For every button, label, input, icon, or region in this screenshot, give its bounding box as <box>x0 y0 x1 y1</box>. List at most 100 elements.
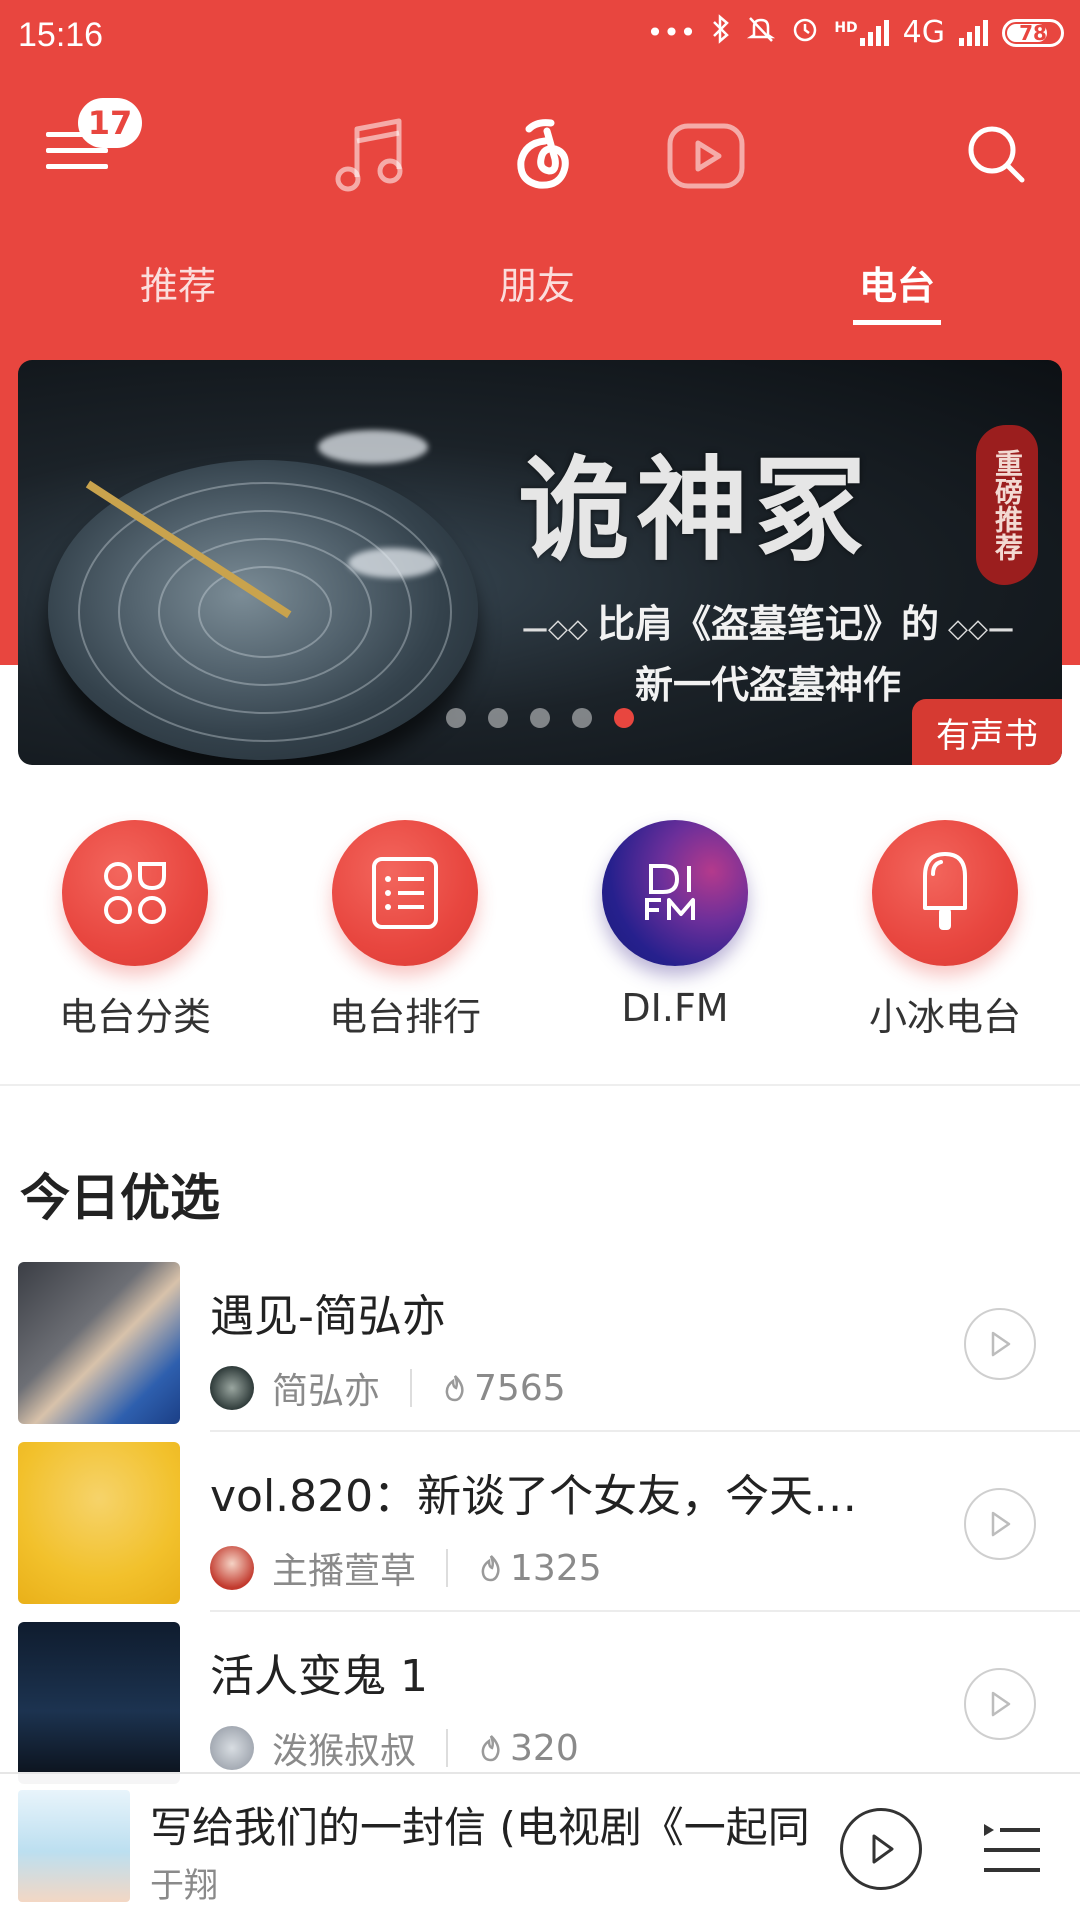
banner-tag: 有声书 <box>912 699 1062 765</box>
shortcut-circle <box>872 820 1018 966</box>
more-dots-icon: ••• <box>646 16 697 49</box>
row-divider <box>210 1610 1080 1612</box>
alarm-icon <box>790 14 820 51</box>
video-button[interactable] <box>666 116 746 196</box>
program-cover <box>18 1442 180 1604</box>
music-note-icon <box>335 118 403 192</box>
flame-icon <box>481 1555 500 1582</box>
shortcut-circle <box>332 820 478 966</box>
shortcut-circle <box>602 820 748 966</box>
row-divider <box>210 1430 1080 1432</box>
promo-banner[interactable]: 诡神冢 重磅推荐 —◇◇ 比肩《盗墓笔记》的 ◇◇— 新一代盗墓神作 有声书 <box>18 360 1062 765</box>
sub-tabs: 推荐 朋友 电台 <box>0 255 1080 335</box>
difm-logo-icon <box>645 864 695 920</box>
pagination-dot-active[interactable] <box>614 708 634 728</box>
section-title-today: 今日优选 <box>20 1169 220 1227</box>
pagination-dot[interactable] <box>572 708 592 728</box>
list-item[interactable]: 活人变鬼 1 泼猴叔叔 320 <box>0 1622 1080 1784</box>
cloud-decor <box>348 548 438 578</box>
search-button[interactable] <box>960 118 1032 190</box>
play-count: 7565 <box>474 1367 566 1409</box>
meta-separator <box>446 1729 449 1767</box>
category-grid-icon <box>104 862 166 924</box>
pagination-dot[interactable] <box>530 708 550 728</box>
play-button[interactable] <box>964 1308 1036 1380</box>
banner-seal: 重磅推荐 <box>976 425 1038 585</box>
program-meta: 简弘亦 7565 <box>210 1362 566 1414</box>
play-button[interactable] <box>964 1668 1036 1740</box>
active-tab-indicator <box>853 320 941 325</box>
play-icon <box>991 1511 1011 1537</box>
mute-bell-icon <box>746 14 776 51</box>
hd-label: HD <box>834 19 858 36</box>
program-title: 遇见-简弘亦 <box>210 1291 446 1342</box>
host-avatar <box>210 1546 254 1590</box>
banner-title: 诡神冢 <box>518 445 872 576</box>
battery-icon: 78 <box>1002 18 1064 47</box>
play-icon <box>991 1691 1011 1717</box>
diamond-decor-icon: ◇◇— <box>939 614 1015 644</box>
search-icon <box>968 126 1025 183</box>
tab-recommend[interactable]: 推荐 <box>140 255 216 310</box>
now-playing-cover <box>18 1790 130 1902</box>
program-title: 活人变鬼 1 <box>210 1651 428 1702</box>
status-time: 15:16 <box>18 16 104 54</box>
playlist-icon <box>984 1824 1040 1872</box>
shortcut-xiaobing-radio[interactable]: 小冰电台 <box>825 820 1065 1041</box>
flame-icon <box>481 1735 500 1762</box>
my-music-button[interactable] <box>330 110 410 200</box>
shortcut-radio-ranking[interactable]: 电台排行 <box>285 820 525 1041</box>
status-bar: 15:16 ••• HD 4G 78 <box>0 0 1080 72</box>
discover-button[interactable] <box>498 110 588 200</box>
netease-cloud-icon <box>517 119 569 189</box>
shortcut-label: 电台排行 <box>328 995 481 1039</box>
now-playing-artist: 于翔 <box>150 1866 218 1906</box>
section-divider <box>0 1084 1080 1086</box>
program-cover <box>18 1262 180 1424</box>
banner-subtitle: —◇◇ 比肩《盗墓笔记》的 ◇◇— 新一代盗墓神作 <box>498 596 1038 713</box>
tab-radio[interactable]: 电台 <box>859 255 935 310</box>
program-meta: 泼猴叔叔 320 <box>210 1722 579 1774</box>
popsicle-icon <box>923 852 967 930</box>
mini-play-button[interactable] <box>840 1808 922 1890</box>
cloud-decor <box>318 430 428 464</box>
ranking-list-icon <box>372 857 438 929</box>
shortcut-circle <box>62 820 208 966</box>
program-cover <box>18 1622 180 1784</box>
pagination-dot[interactable] <box>446 708 466 728</box>
play-icon <box>872 1834 894 1864</box>
now-playing-title: 写给我们的一封信 (电视剧《一起同 <box>150 1803 810 1852</box>
cell-signal-icon <box>959 19 988 46</box>
host-avatar <box>210 1366 254 1410</box>
shortcut-label: 小冰电台 <box>868 995 1021 1039</box>
host-name: 简弘亦 <box>272 1371 381 1412</box>
host-avatar <box>210 1726 254 1770</box>
shortcut-label: 电台分类 <box>58 995 211 1039</box>
banner-pagination <box>18 708 1062 728</box>
notification-badge: 17 <box>78 98 142 148</box>
playlist-button[interactable] <box>980 1818 1044 1878</box>
banner-subtitle-line1: 比肩《盗墓笔记》的 <box>596 601 939 646</box>
mini-player[interactable]: 写给我们的一封信 (电视剧《一起同 于翔 <box>0 1772 1080 1922</box>
hd-signal-icon: HD <box>834 19 889 46</box>
shortcut-radio-categories[interactable]: 电台分类 <box>15 820 255 1041</box>
list-item[interactable]: 遇见-简弘亦 简弘亦 7565 <box>0 1262 1080 1424</box>
shortcut-label: DI.FM <box>621 986 729 1030</box>
radio-shortcuts: 电台分类 电台排行 DI.FM 小冰电台 <box>0 820 1080 1060</box>
play-count: 320 <box>510 1727 579 1769</box>
flame-icon <box>445 1375 464 1402</box>
video-icon <box>667 123 745 189</box>
battery-level: 78 <box>1019 20 1047 45</box>
program-meta: 主播萱草 1325 <box>210 1542 602 1594</box>
network-type: 4G <box>902 15 945 50</box>
status-icons: ••• HD 4G 78 <box>647 14 1064 51</box>
bluetooth-icon <box>710 14 732 51</box>
pagination-dot[interactable] <box>488 708 508 728</box>
host-name: 主播萱草 <box>272 1551 417 1592</box>
shortcut-difm[interactable]: DI.FM <box>555 820 795 1030</box>
host-name: 泼猴叔叔 <box>272 1731 417 1772</box>
play-button[interactable] <box>964 1488 1036 1560</box>
play-count: 1325 <box>510 1547 602 1589</box>
tab-friends[interactable]: 朋友 <box>499 255 575 310</box>
list-item[interactable]: vol.820：新谈了个女友，今天… 主播萱草 1325 <box>0 1442 1080 1604</box>
